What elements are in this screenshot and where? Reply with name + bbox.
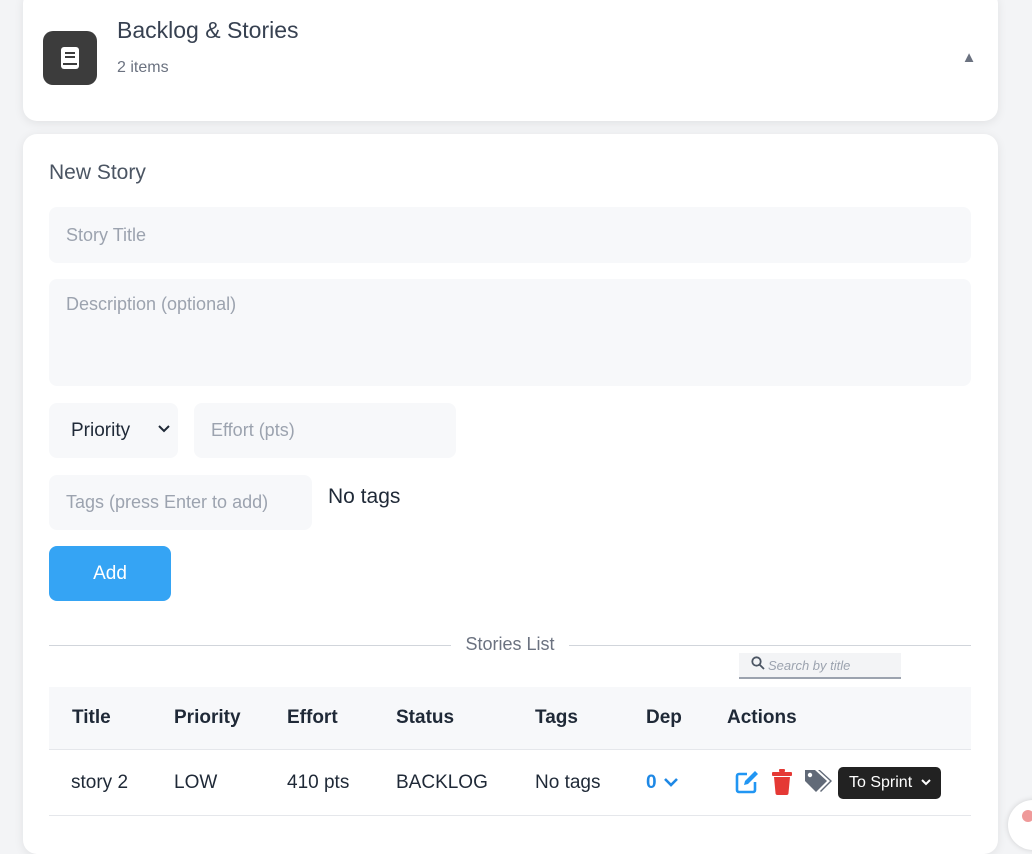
section-title: New Story — [49, 161, 146, 184]
chevron-down-icon — [920, 774, 932, 792]
page-title: Backlog & Stories — [117, 17, 299, 43]
column-header-dep: Dep — [646, 707, 682, 728]
column-header-tags: Tags — [535, 707, 578, 728]
delete-icon[interactable] — [771, 769, 793, 800]
stories-list-heading: Stories List — [465, 634, 555, 654]
priority-select-label: Priority — [71, 419, 131, 441]
dependency-toggle[interactable]: 0 — [646, 772, 679, 794]
search-box — [739, 653, 901, 679]
cell-status: BACKLOG — [396, 772, 488, 793]
search-input[interactable] — [765, 657, 896, 673]
dependency-count: 0 — [646, 772, 657, 793]
no-tags-label: No tags — [328, 485, 401, 508]
table-header: Title Priority Effort Status Tags Dep Ac… — [49, 687, 971, 750]
cell-priority: LOW — [174, 772, 218, 793]
effort-input[interactable] — [194, 403, 456, 458]
chevron-down-icon — [156, 420, 172, 442]
backlog-header-card: Backlog & Stories 2 items ▲ — [23, 0, 998, 121]
to-sprint-label: To Sprint — [849, 774, 913, 791]
tags-input[interactable] — [49, 475, 312, 530]
column-header-status: Status — [396, 707, 455, 728]
column-header-priority: Priority — [174, 707, 241, 728]
table-row: story 2 LOW 410 pts BACKLOG No tags 0 To… — [49, 750, 971, 816]
book-icon — [43, 31, 97, 85]
new-story-card: New Story Priority No tags Add Stories L… — [23, 134, 998, 854]
cell-title: story 2 — [71, 772, 129, 793]
divider — [49, 645, 451, 646]
cell-tags: No tags — [535, 772, 601, 793]
priority-select[interactable]: Priority — [49, 403, 178, 458]
column-header-actions: Actions — [727, 707, 797, 728]
search-icon — [751, 655, 765, 675]
column-header-title: Title — [72, 707, 111, 728]
tags-icon[interactable] — [803, 768, 833, 799]
add-button[interactable]: Add — [49, 546, 171, 601]
cell-effort: 410 pts — [287, 772, 350, 793]
floating-widget-button[interactable] — [1008, 800, 1032, 850]
collapse-toggle-icon[interactable]: ▲ — [958, 47, 980, 69]
story-title-input[interactable] — [49, 207, 971, 263]
chevron-down-icon — [663, 772, 679, 794]
divider — [569, 645, 971, 646]
stories-table: Title Priority Effort Status Tags Dep Ac… — [49, 687, 971, 816]
column-header-effort: Effort — [287, 707, 338, 728]
item-count: 2 items — [117, 59, 169, 76]
edit-icon[interactable] — [734, 769, 760, 800]
to-sprint-select[interactable]: To Sprint — [838, 767, 941, 799]
description-textarea[interactable] — [49, 279, 971, 386]
